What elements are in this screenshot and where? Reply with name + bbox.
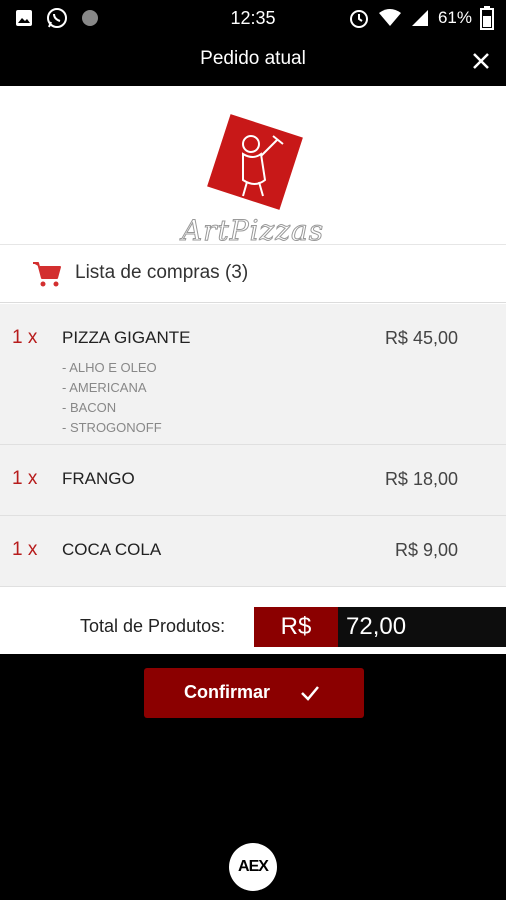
close-button[interactable]: [468, 48, 494, 74]
item-price: R$ 18,00: [384, 469, 458, 489]
confirm-label: Confirmar: [184, 682, 271, 702]
item-price: R$ 9,00: [394, 540, 458, 560]
logo-wordmark: ArtPizzas: [181, 214, 325, 248]
cart-count: (3): [224, 262, 249, 283]
modal-title: Pedido atual: [200, 48, 306, 69]
list-item[interactable]: 1 x PIZZA GIGANTE R$ 45,00 - ALHO E OLEO…: [0, 304, 506, 445]
total-value: 72,00: [338, 607, 506, 647]
list-item[interactable]: 1 x COCA COLA R$ 9,00: [0, 516, 506, 587]
total-row: Total de Produtos: R$ 72,00: [0, 594, 506, 654]
close-icon: [473, 53, 489, 69]
battery-icon: [480, 6, 494, 30]
order-items-list: 1 x PIZZA GIGANTE R$ 45,00 - ALHO E OLEO…: [0, 304, 506, 587]
item-quantity: 1 x: [12, 468, 38, 489]
item-option: - STROGONOFF: [62, 420, 162, 435]
item-price: R$ 45,00: [384, 328, 458, 348]
item-name: PIZZA GIGANTE: [62, 328, 191, 347]
brand-logo: AEX: [229, 843, 277, 891]
item-name: COCA COLA: [62, 540, 162, 559]
item-quantity: 1 x: [12, 539, 38, 560]
check-icon: [301, 686, 319, 701]
signal-icon: [410, 8, 430, 28]
item-option: - ALHO E OLEO: [62, 360, 157, 375]
item-quantity: 1 x: [12, 327, 38, 348]
wifi-icon: [378, 8, 402, 28]
item-option: - BACON: [62, 400, 117, 415]
total-label: Total de Produtos:: [80, 616, 226, 636]
item-options: - ALHO E OLEO - AMERICANA - BACON - STRO…: [62, 358, 162, 438]
modal-body: ArtPizzas Lista de compras (3) 1 x PIZZA…: [0, 86, 506, 654]
battery-percent: 61%: [437, 8, 472, 27]
cart-header: Lista de compras (3): [0, 246, 506, 303]
total-currency: R$: [254, 607, 338, 647]
list-item[interactable]: 1 x FRANGO R$ 18,00: [0, 445, 506, 516]
logo-area: ArtPizzas: [0, 86, 506, 248]
modal-header: Pedido atual: [0, 36, 506, 86]
status-bar: 12:35 61%: [0, 0, 506, 36]
confirm-button[interactable]: Confirmar: [144, 668, 364, 718]
item-name: FRANGO: [62, 469, 135, 488]
cart-icon: [32, 260, 62, 288]
item-option: - AMERICANA: [62, 380, 147, 395]
cart-label: Lista de compras: [75, 262, 220, 283]
brand-logo-text: AEX: [238, 858, 269, 875]
order-modal: Pedido atual ArtPizzas Lista de compras …: [0, 36, 506, 734]
pizzeria-logo-icon: [203, 110, 307, 214]
alarm-icon: [348, 7, 370, 29]
